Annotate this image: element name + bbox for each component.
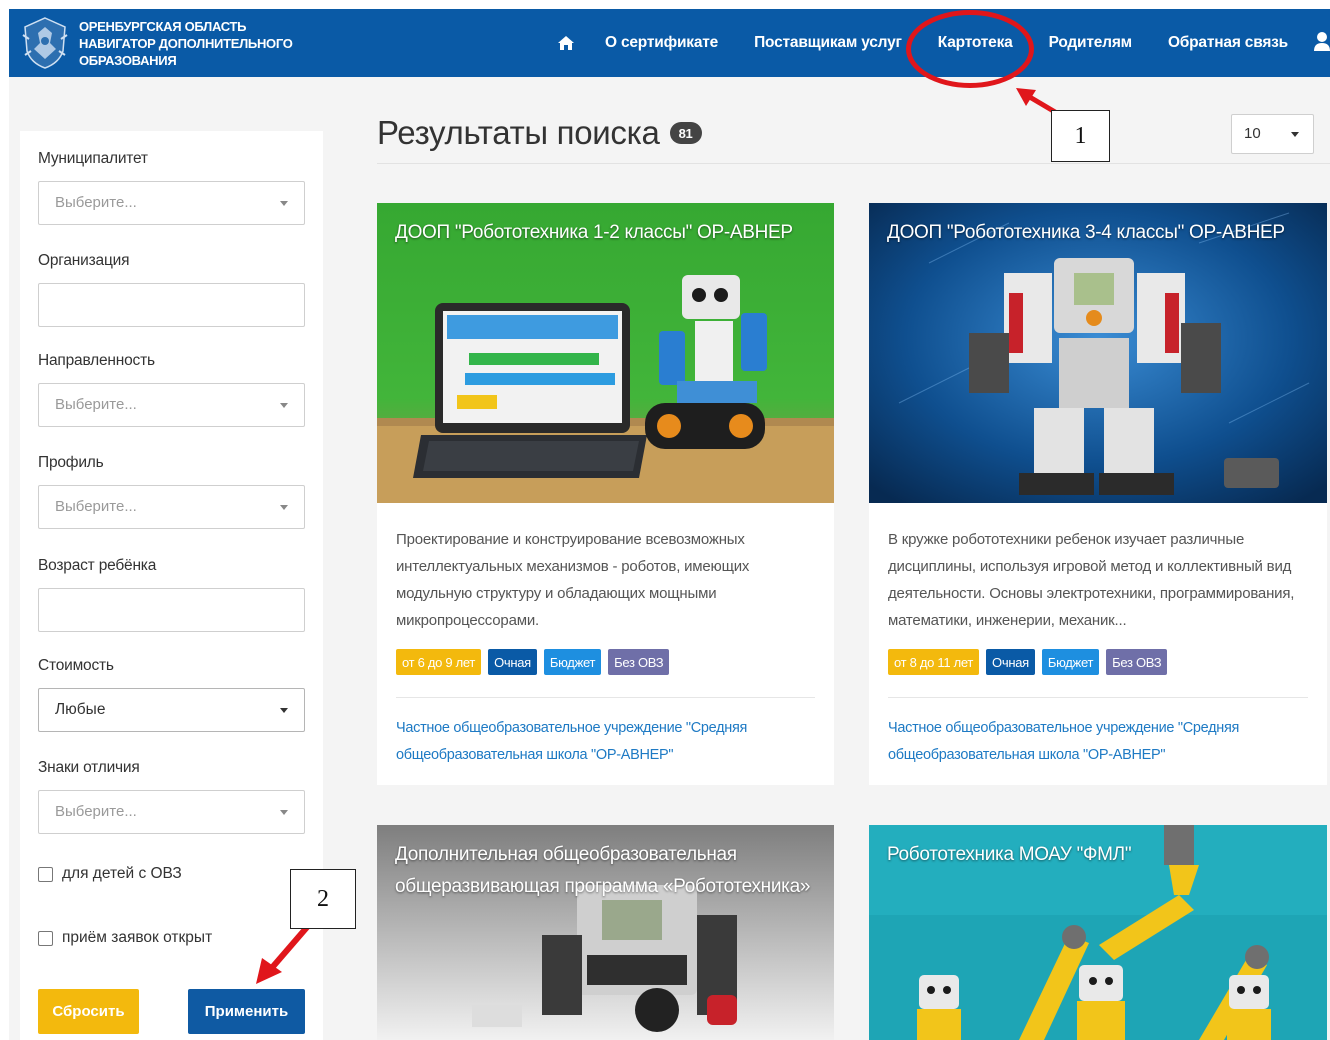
- card-title[interactable]: ДООП "Робототехника 1-2 классы" ОР-АВНЕР: [395, 217, 822, 249]
- open-applications-checkbox-label: приём заявок открыт: [62, 929, 213, 946]
- ovz-badge: Без ОВЗ: [1106, 649, 1168, 675]
- direction-placeholder: Выберите...: [55, 396, 137, 413]
- divider: [377, 163, 1330, 164]
- brand-line-2: НАВИГАТОР ДОПОЛНИТЕЛЬНОГО: [79, 35, 293, 51]
- profile-placeholder: Выберите...: [55, 498, 137, 515]
- budget-badge: Бюджет: [1041, 649, 1100, 675]
- top-navbar: ОРЕНБУРГСКАЯ ОБЛАСТЬ НАВИГАТОР ДОПОЛНИТЕ…: [9, 9, 1330, 77]
- brand-logo-link[interactable]: ОРЕНБУРГСКАЯ ОБЛАСТЬ НАВИГАТОР ДОПОЛНИТЕ…: [19, 15, 293, 71]
- card-organization-link[interactable]: Частное общеобразовательное учреждение "…: [888, 715, 1309, 769]
- program-card[interactable]: Дополнительная общеобразовательная общер…: [377, 825, 834, 1040]
- brand-line-3: ОБРАЗОВАНИЯ: [79, 52, 177, 68]
- ovz-checkbox[interactable]: [38, 866, 53, 882]
- program-card[interactable]: ДООП "Робототехника 3-4 классы" ОР-АВНЕР…: [869, 203, 1327, 785]
- card-tags: от 8 до 11 лет Очная Бюджет Без ОВЗ: [888, 649, 1174, 675]
- callout-marker-1: 1: [1051, 110, 1110, 162]
- home-icon[interactable]: [557, 35, 575, 51]
- direction-select[interactable]: Выберите...: [38, 383, 305, 427]
- apply-button[interactable]: Применить: [188, 989, 305, 1034]
- nav-item-parents[interactable]: Родителям: [1049, 34, 1133, 52]
- ovz-checkbox-label: для детей с ОВЗ: [62, 865, 182, 882]
- distinctions-label: Знаки отличия: [38, 759, 140, 776]
- organization-input[interactable]: [38, 283, 305, 327]
- divider: [888, 697, 1308, 698]
- card-organization-link[interactable]: Частное общеобразовательное учреждение "…: [396, 715, 816, 769]
- ovz-badge: Без ОВЗ: [608, 649, 670, 675]
- per-page-value: 10: [1244, 125, 1261, 142]
- nav-item-certificate[interactable]: О сертификате: [605, 34, 718, 52]
- age-badge: от 8 до 11 лет: [888, 649, 980, 675]
- child-age-label: Возраст ребёнка: [38, 557, 157, 574]
- reset-button[interactable]: Сбросить: [38, 989, 139, 1034]
- card-title[interactable]: Дополнительная общеобразовательная общер…: [395, 839, 822, 903]
- distinctions-select[interactable]: Выберите...: [38, 790, 305, 834]
- distinctions-placeholder: Выберите...: [55, 803, 137, 820]
- municipality-placeholder: Выберите...: [55, 194, 137, 211]
- results-heading: Результаты поиска 81: [377, 114, 702, 152]
- chevron-down-icon: [280, 810, 288, 815]
- card-title[interactable]: Робототехника МОАУ "ФМЛ": [887, 839, 1315, 871]
- form-badge: Очная: [488, 649, 537, 675]
- chevron-down-icon: [1291, 132, 1299, 137]
- cost-value: Любые: [55, 701, 106, 718]
- per-page-select[interactable]: 10: [1231, 114, 1314, 154]
- user-icon[interactable]: [1314, 31, 1330, 53]
- cost-label: Стоимость: [38, 657, 114, 674]
- organization-label: Организация: [38, 252, 130, 269]
- open-applications-checkbox-row[interactable]: приём заявок открыт: [38, 929, 212, 947]
- municipality-label: Муниципалитет: [38, 150, 148, 167]
- profile-select[interactable]: Выберите...: [38, 485, 305, 529]
- highlight-ellipse: [906, 10, 1034, 88]
- direction-label: Направленность: [38, 352, 155, 369]
- results-title: Результаты поиска: [377, 114, 660, 151]
- ovz-checkbox-row[interactable]: для детей с ОВЗ: [38, 865, 182, 883]
- program-card[interactable]: ДООП "Робототехника 1-2 классы" ОР-АВНЕР…: [377, 203, 834, 785]
- callout-marker-2: 2: [290, 869, 356, 929]
- cost-select[interactable]: Любые: [38, 688, 305, 732]
- municipality-select[interactable]: Выберите...: [38, 181, 305, 225]
- brand-line-1: ОРЕНБУРГСКАЯ ОБЛАСТЬ: [79, 18, 247, 34]
- nav-item-feedback[interactable]: Обратная связь: [1168, 34, 1288, 52]
- card-description: Проектирование и конструирование всевозм…: [396, 531, 750, 629]
- card-title[interactable]: ДООП "Робототехника 3-4 классы" ОР-АВНЕР: [887, 217, 1315, 249]
- form-badge: Очная: [986, 649, 1035, 675]
- card-description: В кружке робототехники ребенок изучает р…: [888, 531, 1295, 629]
- chevron-down-icon: [280, 403, 288, 408]
- child-age-input[interactable]: [38, 588, 305, 632]
- chevron-down-icon: [280, 201, 288, 206]
- nav-item-providers[interactable]: Поставщикам услуг: [754, 34, 902, 52]
- chevron-down-icon: [280, 708, 288, 713]
- chevron-down-icon: [280, 505, 288, 510]
- open-applications-checkbox[interactable]: [38, 930, 53, 946]
- region-crest-icon: [22, 17, 68, 69]
- budget-badge: Бюджет: [543, 649, 602, 675]
- program-card[interactable]: Робототехника МОАУ "ФМЛ": [869, 825, 1327, 1040]
- age-badge: от 6 до 9 лет: [396, 649, 482, 675]
- divider: [396, 697, 815, 698]
- card-tags: от 6 до 9 лет Очная Бюджет Без ОВЗ: [396, 649, 676, 675]
- results-count-badge: 81: [669, 122, 702, 144]
- profile-label: Профиль: [38, 454, 104, 471]
